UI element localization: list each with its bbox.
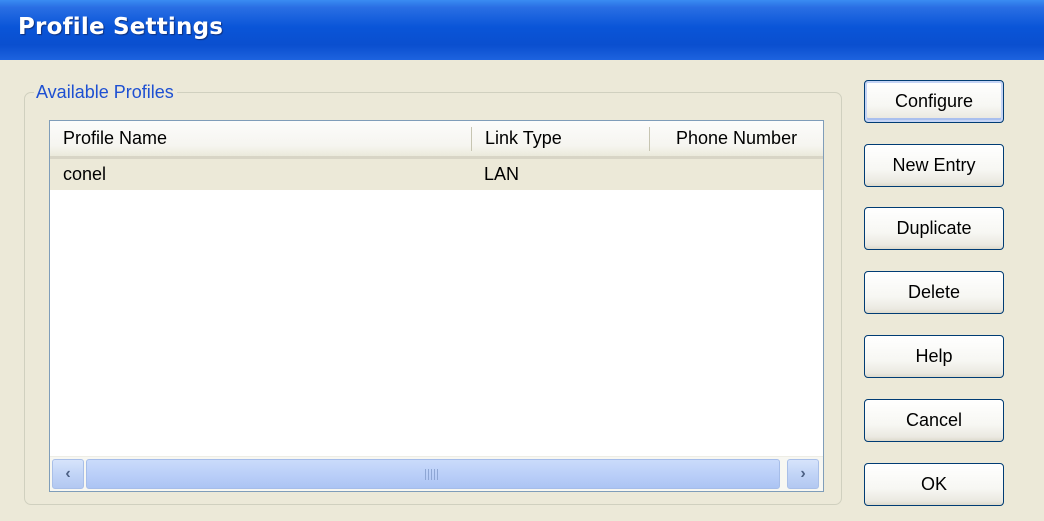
cell-link-type: LAN <box>484 164 520 184</box>
cell-profile-name: conel <box>63 164 107 184</box>
scroll-left-button[interactable]: ‹ <box>52 459 84 489</box>
list-header: Profile Name Link Type Phone Number <box>50 121 823 159</box>
group-legend: Available Profiles <box>34 82 177 102</box>
table-row[interactable]: conel LAN <box>50 159 823 190</box>
column-header-profile-name[interactable]: Profile Name <box>50 121 471 156</box>
column-header-link-type[interactable]: Link Type <box>472 121 649 156</box>
scroll-right-button[interactable]: › <box>787 459 819 489</box>
scrollbar-thumb[interactable] <box>86 459 780 489</box>
delete-button[interactable]: Delete <box>864 271 1004 314</box>
profiles-list[interactable]: Profile Name Link Type Phone Number cone… <box>49 120 824 492</box>
column-header-phone-number[interactable]: Phone Number <box>650 121 823 156</box>
window-title: Profile Settings <box>18 14 224 40</box>
cancel-button[interactable]: Cancel <box>864 399 1004 442</box>
grip-icon <box>425 469 439 480</box>
ok-button[interactable]: OK <box>864 463 1004 506</box>
help-button[interactable]: Help <box>864 335 1004 378</box>
chevron-left-icon: ‹ <box>65 465 71 482</box>
horizontal-scrollbar[interactable]: ‹ › <box>50 456 823 491</box>
profile-settings-dialog: Profile Settings Available Profiles Prof… <box>0 0 1044 521</box>
title-bar[interactable]: Profile Settings <box>0 0 1044 60</box>
duplicate-button[interactable]: Duplicate <box>864 207 1004 250</box>
chevron-right-icon: › <box>800 465 806 482</box>
configure-button[interactable]: Configure <box>864 80 1004 123</box>
new-entry-button[interactable]: New Entry <box>864 144 1004 187</box>
